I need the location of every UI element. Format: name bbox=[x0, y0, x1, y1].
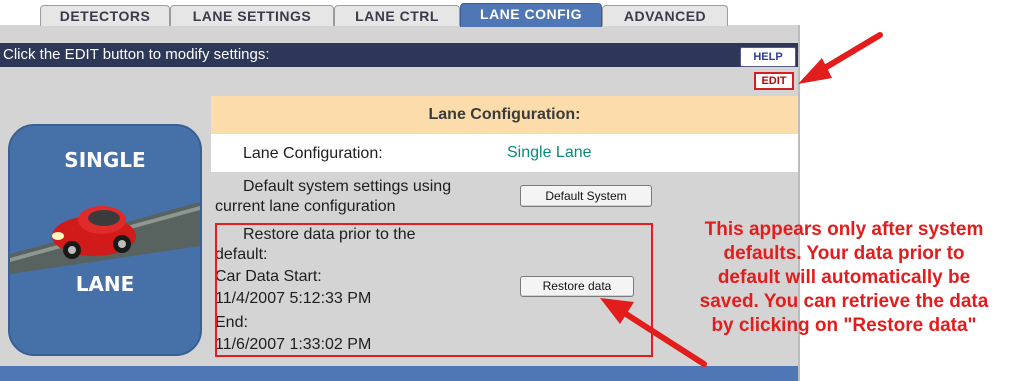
default-label-line1: Default system settings using bbox=[243, 178, 452, 195]
help-button[interactable]: HELP bbox=[740, 47, 796, 67]
edit-button[interactable]: EDIT bbox=[754, 72, 794, 90]
config-value: Single Lane bbox=[507, 144, 592, 161]
single-lane-top-text: SINGLE bbox=[64, 148, 146, 172]
config-row: Lane Configuration: Single Lane bbox=[211, 134, 798, 172]
single-lane-bottom-text: LANE bbox=[75, 272, 135, 296]
annotation-line: by clicking on "Restore data" bbox=[711, 315, 977, 336]
tab-lane-ctrl[interactable]: LANE CTRL bbox=[334, 5, 460, 26]
restore-highlight-box bbox=[215, 223, 653, 357]
annotation-callout: This appears only after system defaults.… bbox=[652, 218, 1036, 338]
default-system-button[interactable]: Default System bbox=[520, 185, 652, 207]
car-on-road-icon bbox=[10, 202, 200, 274]
instruction-text: Click the EDIT button to modify settings… bbox=[3, 46, 270, 63]
single-lane-illustration: SINGLE LANE bbox=[8, 124, 202, 356]
annotation-line: defaults. Your data prior to bbox=[723, 243, 965, 264]
arrow-to-edit-icon bbox=[798, 32, 883, 84]
lane-config-title: Lane Configuration: bbox=[211, 96, 798, 134]
annotation-line: default will automatically be bbox=[717, 267, 971, 288]
annotation-line: This appears only after system bbox=[704, 219, 984, 240]
instruction-bar: Click the EDIT button to modify settings… bbox=[0, 43, 798, 67]
tab-advanced[interactable]: ADVANCED bbox=[602, 5, 728, 26]
tab-lane-settings[interactable]: LANE SETTINGS bbox=[170, 5, 334, 26]
annotation-line: saved. You can retrieve the data bbox=[699, 291, 989, 312]
config-label: Lane Configuration: bbox=[243, 145, 383, 162]
tab-bar: DETECTORS LANE SETTINGS LANE CTRL LANE C… bbox=[0, 0, 798, 27]
tab-detectors[interactable]: DETECTORS bbox=[40, 5, 170, 26]
default-label-line2: current lane configuration bbox=[215, 198, 396, 215]
bottom-strip bbox=[0, 366, 798, 381]
tab-lane-config[interactable]: LANE CONFIG bbox=[460, 3, 602, 27]
